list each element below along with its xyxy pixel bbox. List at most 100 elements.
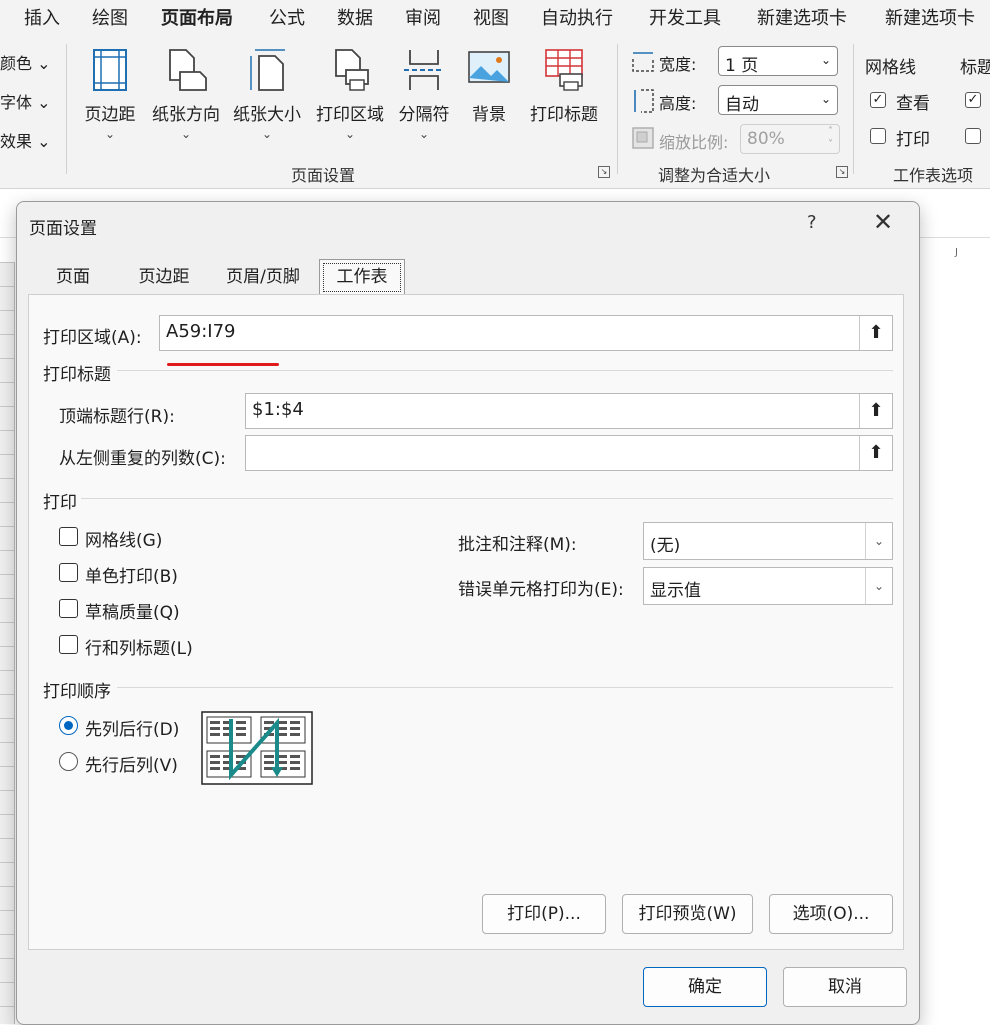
paper-size-icon: [250, 49, 285, 91]
breaks-icon: [404, 50, 444, 90]
row-divider: [0, 598, 14, 599]
help-icon[interactable]: ?: [807, 212, 817, 233]
row-divider: [0, 958, 14, 959]
row-divider: [0, 742, 14, 743]
row-divider: [0, 334, 14, 335]
collapse-dialog-icon[interactable]: ⬆: [859, 316, 892, 350]
row-divider: [0, 574, 14, 575]
down-then-over-radio[interactable]: [59, 716, 78, 735]
ribbon-tab-bar: 插入 绘图 页面布局 公式 数据 审阅 视图 自动执行 开发工具 新建选项卡 新…: [0, 0, 990, 44]
print-titles-button[interactable]: 打印标题: [524, 48, 604, 125]
size-button[interactable]: 纸张大小 ⌄: [229, 48, 305, 141]
tab-draw[interactable]: 绘图: [92, 4, 128, 30]
tab-data[interactable]: 数据: [337, 4, 373, 30]
tab-review[interactable]: 审阅: [405, 4, 441, 30]
tab-developer[interactable]: 开发工具: [649, 4, 721, 30]
row-divider: [0, 502, 14, 503]
section-divider: [117, 370, 893, 371]
row-divider: [0, 694, 14, 695]
width-value: 1 页: [725, 56, 759, 76]
margins-button[interactable]: 页边距 ⌄: [78, 48, 142, 141]
chevron-down-icon: ⌄: [344, 127, 356, 141]
tab-sheet-label: 工作表: [336, 267, 388, 287]
close-icon[interactable]: ✕: [873, 208, 893, 236]
theme-effects-item[interactable]: 效果 ⌄: [0, 128, 51, 152]
scale-launcher-icon[interactable]: ↘: [836, 166, 848, 178]
print-titles-label: 打印标题: [530, 105, 598, 125]
row-divider: [0, 526, 14, 527]
group-separator: [617, 44, 618, 174]
tab-page[interactable]: 页面: [35, 260, 111, 294]
breaks-button[interactable]: 分隔符 ⌄: [394, 48, 454, 141]
chevron-down-icon: ⌄: [418, 127, 430, 141]
scale-group-label: 调整为合适大小: [658, 166, 771, 185]
annotation-underline-print-area: [167, 363, 279, 366]
scale-spinner[interactable]: 80% ˄ ˅: [740, 124, 840, 154]
print-button[interactable]: 打印(P)...: [482, 894, 606, 934]
group-separator: [66, 44, 67, 174]
top-rows-value: $1:$4: [252, 399, 304, 420]
print-preview-button[interactable]: 打印预览(W): [622, 894, 753, 934]
headings-header: 标题: [960, 58, 990, 78]
gridlines-print-label: 打印: [896, 130, 930, 150]
spin-arrows-icon: ˄ ˅: [828, 126, 833, 150]
worksheet-grid[interactable]: [918, 262, 990, 1024]
print-titles-section: 打印标题: [43, 365, 111, 385]
theme-colors-item[interactable]: 颜色 ⌄: [0, 50, 51, 74]
height-select[interactable]: 自动 ⌄: [718, 85, 838, 115]
scale-label: 缩放比例:: [659, 133, 729, 152]
row-divider: [0, 934, 14, 935]
collapse-dialog-icon[interactable]: ⬆: [859, 394, 892, 428]
left-cols-input[interactable]: ⬆: [245, 435, 893, 471]
options-button[interactable]: 选项(O)...: [769, 894, 893, 934]
margins-label: 页边距: [84, 105, 136, 125]
tab-formulas[interactable]: 公式: [269, 4, 305, 30]
row-divider: [0, 478, 14, 479]
cancel-button[interactable]: 取消: [783, 967, 907, 1007]
theme-fonts-item[interactable]: 字体 ⌄: [0, 89, 51, 113]
group-separator: [853, 44, 854, 174]
dialog-title: 页面设置: [29, 219, 97, 239]
headings-print-checkbox[interactable]: [965, 128, 981, 144]
draft-quality-checkbox[interactable]: [59, 599, 78, 618]
monochrome-checkbox[interactable]: [59, 563, 78, 582]
tab-margins[interactable]: 页边距: [121, 260, 207, 294]
print-area-input[interactable]: A59:I79 ⬆: [159, 315, 893, 351]
row-divider: [0, 670, 14, 671]
scale-value: 80%: [747, 129, 785, 149]
print-titles-icon: [545, 49, 583, 91]
tab-new-2[interactable]: 新建选项卡: [885, 4, 975, 30]
row-divider: [0, 718, 14, 719]
headings-view-checkbox[interactable]: ✓: [965, 92, 981, 108]
ok-button[interactable]: 确定: [643, 967, 767, 1007]
width-select[interactable]: 1 页 ⌄: [718, 46, 838, 76]
collapse-dialog-icon[interactable]: ⬆: [859, 436, 892, 470]
row-divider: [0, 766, 14, 767]
page-setup-launcher-icon[interactable]: ↘: [598, 166, 610, 178]
row-divider: [0, 814, 14, 815]
background-button[interactable]: 背景: [464, 48, 514, 125]
row-col-headings-checkbox[interactable]: [59, 635, 78, 654]
gridlines-view-checkbox[interactable]: ✓: [870, 92, 886, 108]
tab-insert[interactable]: 插入: [24, 4, 60, 30]
background-image-icon: [468, 51, 510, 83]
gridlines-print-checkbox[interactable]: [870, 128, 886, 144]
over-then-down-radio[interactable]: [59, 752, 78, 771]
errors-label: 错误单元格打印为(E):: [458, 580, 624, 600]
row-headers: [0, 262, 15, 1024]
tab-page-layout[interactable]: 页面布局: [161, 4, 233, 30]
page-order-preview-icon: [201, 711, 313, 785]
tab-sheet[interactable]: 工作表: [319, 259, 405, 295]
tab-view[interactable]: 视图: [473, 4, 509, 30]
page-order-section: 打印顺序: [43, 682, 111, 702]
top-rows-input[interactable]: $1:$4 ⬆: [245, 393, 893, 429]
tab-header-footer[interactable]: 页眉/页脚: [213, 260, 313, 294]
row-divider: [0, 790, 14, 791]
print-area-button[interactable]: 打印区域 ⌄: [312, 48, 388, 141]
comments-select[interactable]: (无) ⌄: [643, 522, 893, 560]
gridlines-checkbox[interactable]: [59, 527, 78, 546]
errors-select[interactable]: 显示值 ⌄: [643, 567, 893, 605]
tab-automate[interactable]: 自动执行: [541, 4, 613, 30]
tab-new-1[interactable]: 新建选项卡: [757, 4, 847, 30]
orientation-button[interactable]: 纸张方向 ⌄: [146, 48, 226, 141]
